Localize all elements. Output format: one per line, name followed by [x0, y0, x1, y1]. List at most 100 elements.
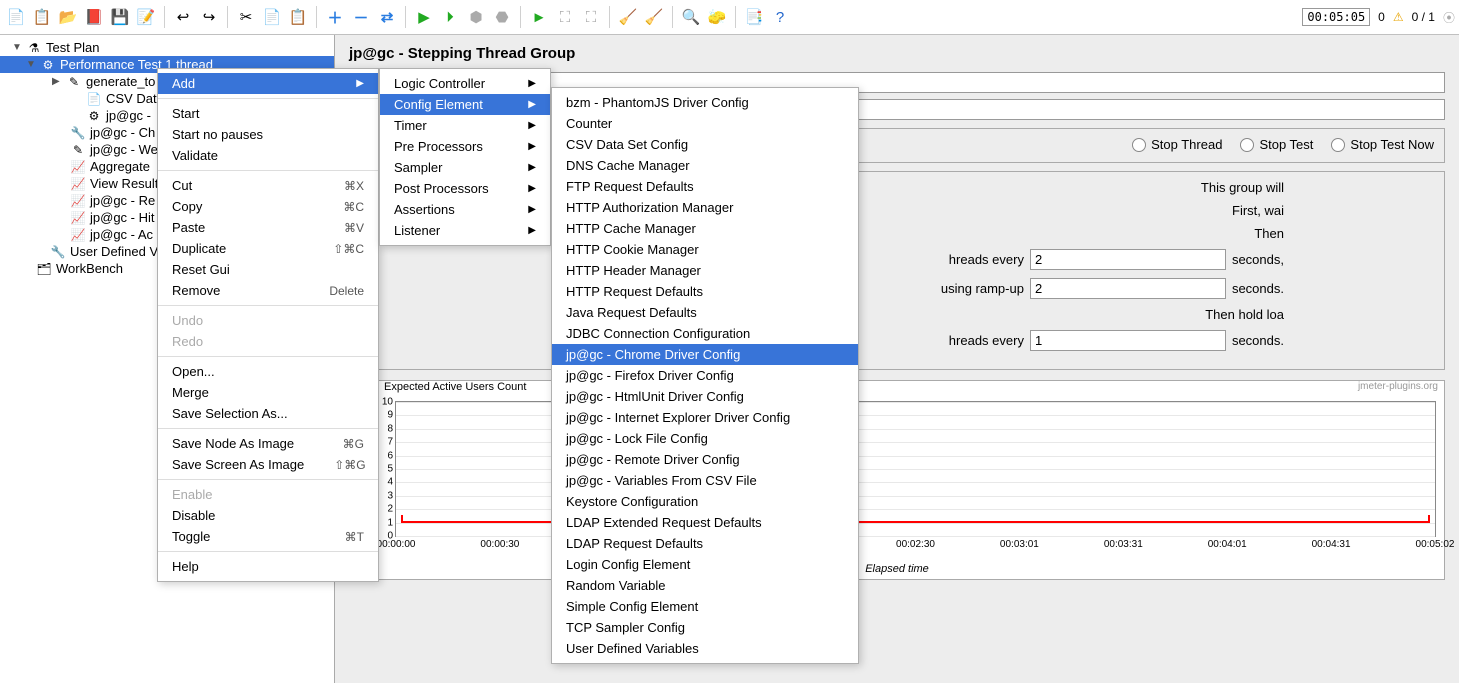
- copy-icon[interactable]: 📄: [260, 5, 284, 29]
- menu-item-jp-gc-variables-from-csv-file[interactable]: jp@gc - Variables From CSV File: [552, 470, 858, 491]
- menu-item-validate[interactable]: Validate: [158, 145, 378, 166]
- save-as-icon[interactable]: 📝: [134, 5, 158, 29]
- menu-item-jp-gc-htmlunit-driver-config[interactable]: jp@gc - HtmlUnit Driver Config: [552, 386, 858, 407]
- undo-icon[interactable]: ↩: [171, 5, 195, 29]
- chart: jmeter-plugins.org Expected Active Users…: [349, 380, 1445, 580]
- menu-item-random-variable[interactable]: Random Variable: [552, 575, 858, 596]
- save-icon[interactable]: 💾: [108, 5, 132, 29]
- menu-item-save-screen-as-image[interactable]: Save Screen As Image⇧⌘G: [158, 454, 378, 475]
- close-icon[interactable]: 📕: [82, 5, 106, 29]
- menu-item-keystore-configuration[interactable]: Keystore Configuration: [552, 491, 858, 512]
- menu-item-config-element[interactable]: Config Element▶: [380, 94, 550, 115]
- menu-item-sampler[interactable]: Sampler▶: [380, 157, 550, 178]
- menu-item-merge[interactable]: Merge: [158, 382, 378, 403]
- stop-icon[interactable]: ⬢: [464, 5, 488, 29]
- cut-icon[interactable]: ✂: [234, 5, 258, 29]
- chart-credit: jmeter-plugins.org: [1358, 381, 1438, 392]
- menu-item-logic-controller[interactable]: Logic Controller▶: [380, 73, 550, 94]
- radio-stop-test-now[interactable]: Stop Test Now: [1331, 137, 1434, 152]
- menu-item-jp-gc-remote-driver-config[interactable]: jp@gc - Remote Driver Config: [552, 449, 858, 470]
- menu-item-enable: Enable: [158, 484, 378, 505]
- menu-item-counter[interactable]: Counter: [552, 113, 858, 134]
- remote-stop-icon[interactable]: ⛶: [579, 5, 603, 29]
- menu-item-assertions[interactable]: Assertions▶: [380, 199, 550, 220]
- menu-item-start[interactable]: Start: [158, 103, 378, 124]
- finally-seconds-input[interactable]: [1030, 330, 1226, 351]
- context-menu[interactable]: Add▶ StartStart no pausesValidate Cut⌘XCop…: [157, 68, 379, 582]
- remote-start-all-icon[interactable]: ⛶: [553, 5, 577, 29]
- menu-item-disable[interactable]: Disable: [158, 505, 378, 526]
- menu-item-http-cookie-manager[interactable]: HTTP Cookie Manager: [552, 239, 858, 260]
- menu-item-timer[interactable]: Timer▶: [380, 115, 550, 136]
- menu-item-listener[interactable]: Listener▶: [380, 220, 550, 241]
- menu-item-simple-config-element[interactable]: Simple Config Element: [552, 596, 858, 617]
- radio-stop-test[interactable]: Stop Test: [1240, 137, 1313, 152]
- menu-item-paste[interactable]: Paste⌘V: [158, 217, 378, 238]
- warning-icon: ⚠: [1393, 10, 1404, 24]
- add-submenu[interactable]: Logic Controller▶Config Element▶Timer▶Pr…: [379, 68, 551, 246]
- menu-item-java-request-defaults[interactable]: Java Request Defaults: [552, 302, 858, 323]
- elapsed-time: 00:05:05: [1302, 8, 1370, 26]
- search-icon[interactable]: 🔍: [679, 5, 703, 29]
- redo-icon[interactable]: ↪: [197, 5, 221, 29]
- help-icon[interactable]: ?: [768, 5, 792, 29]
- toggle-icon[interactable]: ⇄: [375, 5, 399, 29]
- menu-item-jp-gc-chrome-driver-config[interactable]: jp@gc - Chrome Driver Config: [552, 344, 858, 365]
- menu-item-jp-gc-firefox-driver-config[interactable]: jp@gc - Firefox Driver Config: [552, 365, 858, 386]
- menu-item-dns-cache-manager[interactable]: DNS Cache Manager: [552, 155, 858, 176]
- menu-item-http-cache-manager[interactable]: HTTP Cache Manager: [552, 218, 858, 239]
- menu-item-remove[interactable]: RemoveDelete: [158, 280, 378, 301]
- menu-item-save-node-as-image[interactable]: Save Node As Image⌘G: [158, 433, 378, 454]
- run-icon[interactable]: ▶: [412, 5, 436, 29]
- menu-item-reset-gui[interactable]: Reset Gui: [158, 259, 378, 280]
- shutdown-icon[interactable]: ⬣: [490, 5, 514, 29]
- error-count: 0: [1378, 10, 1385, 24]
- tree-item-0[interactable]: ▼⚗Test Plan: [0, 39, 334, 56]
- menu-item-open-[interactable]: Open...: [158, 361, 378, 382]
- run-nopause-icon[interactable]: ⏵: [438, 5, 462, 29]
- menu-item-copy[interactable]: Copy⌘C: [158, 196, 378, 217]
- open-icon[interactable]: 📂: [56, 5, 80, 29]
- menu-item-duplicate[interactable]: Duplicate⇧⌘C: [158, 238, 378, 259]
- toolbar: 📄 📋 📂 📕 💾 📝 ↩ ↪ ✂ 📄 📋 ＋ － ⇄ ▶ ⏵ ⬢ ⬣ ► ⛶ …: [0, 0, 1459, 35]
- menu-item-jp-gc-internet-explorer-driver-config[interactable]: jp@gc - Internet Explorer Driver Config: [552, 407, 858, 428]
- menu-item-user-defined-variables[interactable]: User Defined Variables: [552, 638, 858, 659]
- menu-item-pre-processors[interactable]: Pre Processors▶: [380, 136, 550, 157]
- menu-item-jp-gc-lock-file-config[interactable]: jp@gc - Lock File Config: [552, 428, 858, 449]
- menu-item-ftp-request-defaults[interactable]: FTP Request Defaults: [552, 176, 858, 197]
- menu-item-start-no-pauses[interactable]: Start no pauses: [158, 124, 378, 145]
- menu-item-ldap-request-defaults[interactable]: LDAP Request Defaults: [552, 533, 858, 554]
- function-helper-icon[interactable]: 📑: [742, 5, 766, 29]
- reset-search-icon[interactable]: 🧽: [705, 5, 729, 29]
- menu-item-csv-data-set-config[interactable]: CSV Data Set Config: [552, 134, 858, 155]
- chart-x-axis-title: Elapsed time: [865, 563, 929, 575]
- menu-item-post-processors[interactable]: Post Processors▶: [380, 178, 550, 199]
- radio-stop-thread[interactable]: Stop Thread: [1132, 137, 1222, 152]
- menu-item-http-header-manager[interactable]: HTTP Header Manager: [552, 260, 858, 281]
- remote-start-icon[interactable]: ►: [527, 5, 551, 29]
- paste-icon[interactable]: 📋: [286, 5, 310, 29]
- menu-item-ldap-extended-request-defaults[interactable]: LDAP Extended Request Defaults: [552, 512, 858, 533]
- menu-item-login-config-element[interactable]: Login Config Element: [552, 554, 858, 575]
- new-icon[interactable]: 📄: [4, 5, 28, 29]
- menu-item-add[interactable]: Add▶: [158, 73, 378, 94]
- menu-item-http-authorization-manager[interactable]: HTTP Authorization Manager: [552, 197, 858, 218]
- next-seconds-input[interactable]: [1030, 249, 1226, 270]
- menu-item-help[interactable]: Help: [158, 556, 378, 577]
- expand-icon[interactable]: ＋: [323, 5, 347, 29]
- menu-item-jdbc-connection-configuration[interactable]: JDBC Connection Configuration: [552, 323, 858, 344]
- collapse-icon[interactable]: －: [349, 5, 373, 29]
- menu-item-bzm-phantomjs-driver-config[interactable]: bzm - PhantomJS Driver Config: [552, 92, 858, 113]
- menu-item-redo: Redo: [158, 331, 378, 352]
- thread-count: 0 / 1: [1412, 10, 1435, 24]
- menu-item-tcp-sampler-config[interactable]: TCP Sampler Config: [552, 617, 858, 638]
- menu-item-http-request-defaults[interactable]: HTTP Request Defaults: [552, 281, 858, 302]
- clear-icon[interactable]: 🧹: [616, 5, 640, 29]
- menu-item-toggle[interactable]: Toggle⌘T: [158, 526, 378, 547]
- rampup-input[interactable]: [1030, 278, 1226, 299]
- templates-icon[interactable]: 📋: [30, 5, 54, 29]
- menu-item-cut[interactable]: Cut⌘X: [158, 175, 378, 196]
- menu-item-save-selection-as-[interactable]: Save Selection As...: [158, 403, 378, 424]
- config-element-submenu[interactable]: bzm - PhantomJS Driver ConfigCounterCSV …: [551, 87, 859, 664]
- clear-all-icon[interactable]: 🧹: [642, 5, 666, 29]
